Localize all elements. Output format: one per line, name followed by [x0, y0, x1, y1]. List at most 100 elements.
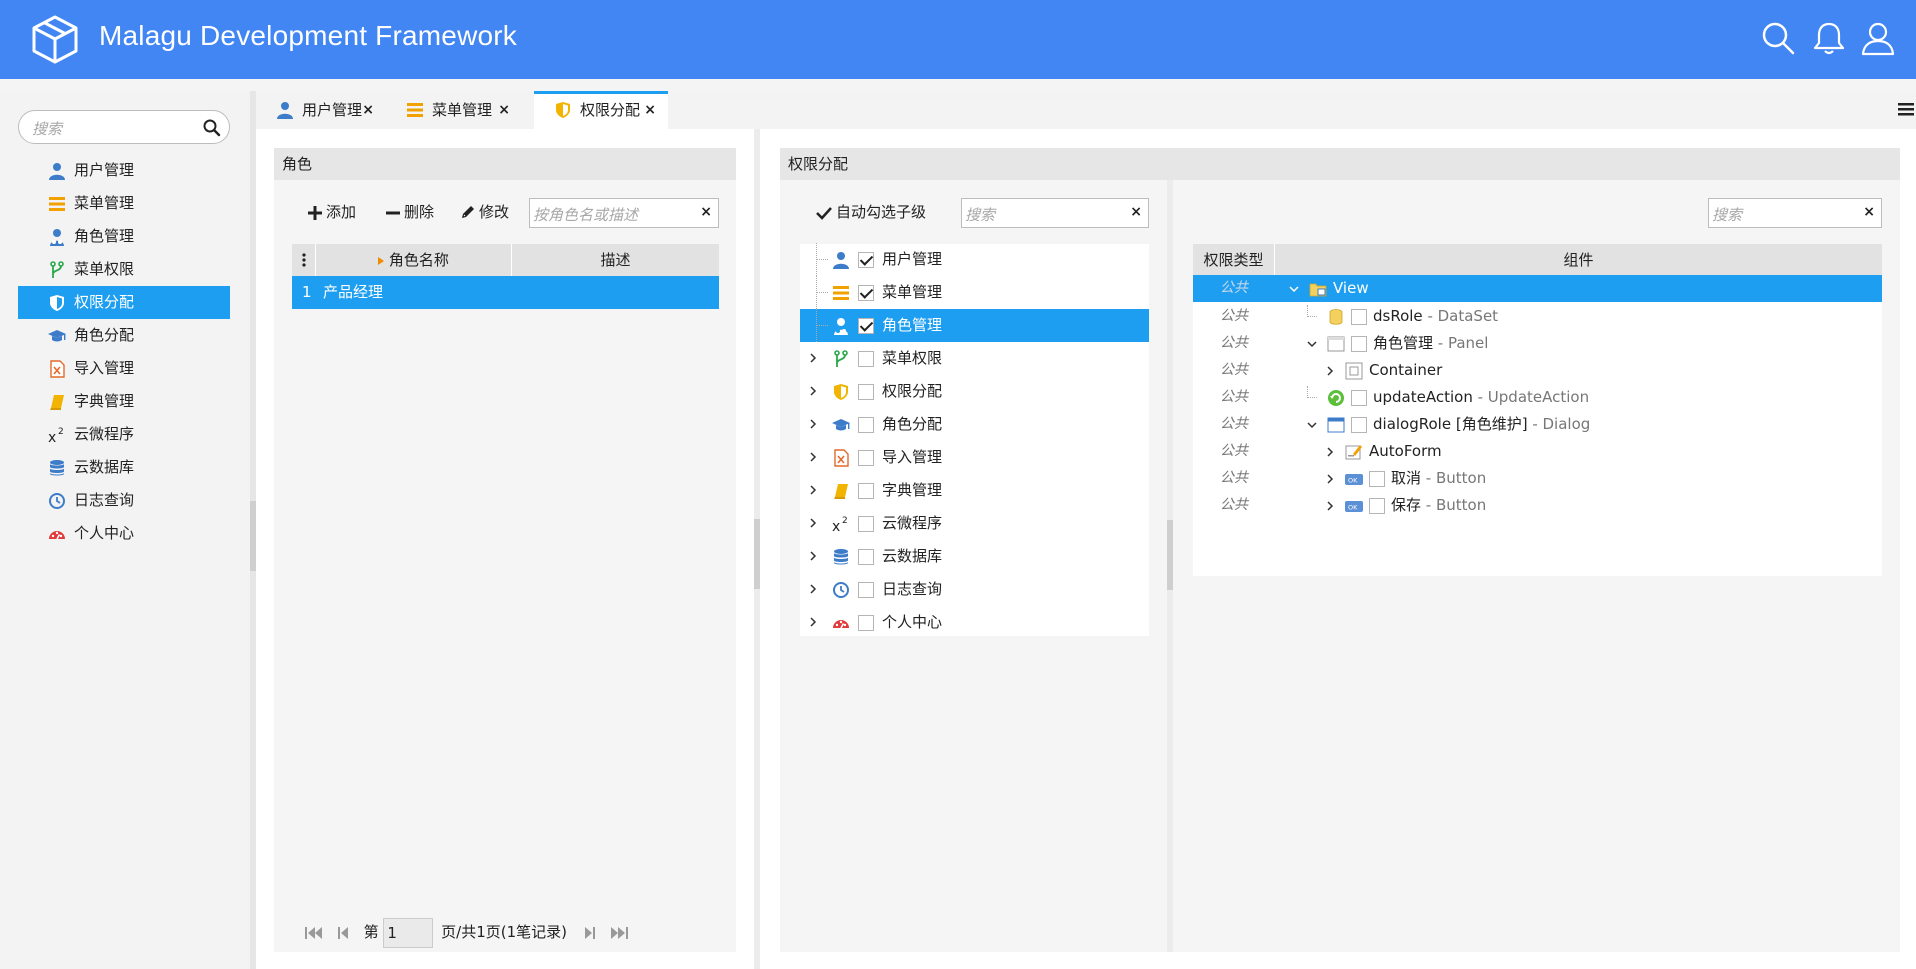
sidebar-item-user[interactable]: 用户管理	[18, 154, 230, 187]
component-checkbox[interactable]	[1369, 497, 1385, 514]
next-page-icon[interactable]	[582, 925, 598, 941]
sidebar-item-database[interactable]: 云数据库	[18, 451, 230, 484]
clear-filter-icon[interactable]: ×	[700, 204, 712, 220]
tree-node[interactable]: 角色管理	[800, 309, 1149, 342]
tab-permission-assignment[interactable]: 权限分配 ×	[534, 91, 668, 129]
sidebar-item-dashboard[interactable]: 个人中心	[18, 517, 230, 550]
tree-checkbox[interactable]	[858, 384, 874, 400]
component-checkbox[interactable]	[1351, 416, 1367, 433]
clear-search-icon[interactable]: ×	[1130, 204, 1142, 220]
bell-icon[interactable]	[1811, 20, 1847, 56]
tree-checkbox[interactable]	[858, 549, 874, 565]
auto-check-children-button[interactable]: 自动勾选子级	[816, 198, 926, 226]
collapse-arrow-icon[interactable]	[1307, 339, 1317, 349]
component-row[interactable]: 公共 OK 保存 - Button	[1193, 492, 1882, 519]
collapse-arrow-icon[interactable]	[1289, 284, 1299, 294]
component-row[interactable]: 公共 updateAction - UpdateAction	[1193, 384, 1882, 411]
component-row[interactable]: 公共 AutoForm	[1193, 438, 1882, 465]
expand-arrow-icon[interactable]	[808, 386, 818, 396]
tree-node[interactable]: x 2 云微程序	[800, 507, 1149, 540]
tab-close-icon[interactable]: ×	[644, 94, 656, 127]
user-account-icon[interactable]	[1860, 20, 1896, 56]
component-row[interactable]: 公共 Container	[1193, 357, 1882, 384]
tree-node[interactable]: 菜单权限	[800, 342, 1149, 375]
tab-menu-icon[interactable]	[1898, 101, 1914, 117]
tree-node[interactable]: 角色分配	[800, 408, 1149, 441]
component-checkbox[interactable]	[1369, 470, 1385, 487]
column-role-name[interactable]: 角色名称	[316, 244, 512, 276]
tree-checkbox[interactable]	[858, 285, 874, 301]
tree-checkbox[interactable]	[858, 252, 874, 268]
expand-arrow-icon[interactable]	[1325, 365, 1335, 376]
page-input[interactable]: 1	[383, 917, 434, 948]
tree-node[interactable]: 导入管理	[800, 441, 1149, 474]
component-row[interactable]: 公共 OK 取消 - Button	[1193, 465, 1882, 492]
tree-checkbox[interactable]	[858, 615, 874, 631]
tree-splitter[interactable]	[1167, 180, 1173, 952]
tree-checkbox[interactable]	[858, 450, 874, 466]
tree-node[interactable]: 字典管理	[800, 474, 1149, 507]
role-filter-input[interactable]: 按角色名或描述 ×	[529, 198, 719, 228]
table-row[interactable]: 1 产品经理	[292, 276, 719, 309]
component-checkbox[interactable]	[1351, 389, 1367, 406]
delete-button[interactable]: 删除	[386, 198, 434, 226]
tree-node[interactable]: 权限分配	[800, 375, 1149, 408]
sidebar-item-book[interactable]: 字典管理	[18, 385, 230, 418]
component-row[interactable]: 公共 View	[1193, 275, 1882, 302]
sidebar-item-branch[interactable]: 菜单权限	[18, 253, 230, 286]
tree-checkbox[interactable]	[858, 318, 874, 334]
expand-arrow-icon[interactable]	[1325, 500, 1335, 511]
component-row[interactable]: 公共 角色管理 - Panel	[1193, 330, 1882, 357]
sidebar-item-shield[interactable]: 权限分配	[18, 286, 230, 319]
tree-node[interactable]: 个人中心	[800, 606, 1149, 639]
component-row[interactable]: 公共 dsRole - DataSet	[1193, 303, 1882, 330]
sidebar-item-menu[interactable]: 菜单管理	[18, 187, 230, 220]
tree-node[interactable]: 菜单管理	[800, 276, 1149, 309]
tab-user-management[interactable]: 用户管理 ×	[256, 91, 386, 129]
expand-arrow-icon[interactable]	[808, 452, 818, 462]
tab-close-icon[interactable]: ×	[498, 91, 510, 129]
sidebar-item-graduation-cap[interactable]: 角色分配	[18, 319, 230, 352]
tab-close-icon[interactable]: ×	[362, 91, 374, 129]
sidebar-item-excel-file[interactable]: 导入管理	[18, 352, 230, 385]
component-search-input[interactable]: 搜索 ×	[1708, 198, 1882, 228]
prev-page-icon[interactable]	[335, 925, 351, 941]
expand-arrow-icon[interactable]	[808, 551, 818, 561]
column-component[interactable]: 组件	[1275, 244, 1882, 276]
first-page-icon[interactable]	[304, 925, 324, 941]
component-row[interactable]: 公共 dialogRole [角色维护] - Dialog	[1193, 411, 1882, 438]
permission-search-input[interactable]: 搜索 ×	[961, 198, 1149, 228]
sidebar-item-role[interactable]: 角色管理	[18, 220, 230, 253]
expand-arrow-icon[interactable]	[808, 617, 818, 627]
expand-arrow-icon[interactable]	[808, 518, 818, 528]
tab-menu-management[interactable]: 菜单管理 ×	[386, 91, 522, 129]
component-checkbox[interactable]	[1351, 308, 1367, 325]
panel-splitter[interactable]	[754, 129, 760, 969]
column-description[interactable]: 描述	[512, 244, 719, 276]
tree-checkbox[interactable]	[858, 417, 874, 433]
clear-component-search-icon[interactable]: ×	[1863, 204, 1875, 220]
tree-checkbox[interactable]	[858, 351, 874, 367]
edit-button[interactable]: 修改	[460, 198, 509, 226]
expand-arrow-icon[interactable]	[808, 419, 818, 429]
search-icon[interactable]	[1760, 20, 1796, 56]
tree-node[interactable]: 云数据库	[800, 540, 1149, 573]
expand-arrow-icon[interactable]	[808, 485, 818, 495]
tree-node[interactable]: 用户管理	[800, 243, 1149, 276]
sidebar-item-clock[interactable]: 日志查询	[18, 484, 230, 517]
collapse-arrow-icon[interactable]	[1307, 420, 1317, 430]
expand-arrow-icon[interactable]	[1325, 473, 1335, 484]
column-menu-icon[interactable]	[292, 244, 316, 276]
expand-arrow-icon[interactable]	[808, 353, 818, 363]
sidebar-search[interactable]: 搜索	[18, 110, 230, 144]
component-checkbox[interactable]	[1351, 335, 1367, 352]
search-icon[interactable]	[202, 118, 222, 138]
tree-checkbox[interactable]	[858, 582, 874, 598]
expand-arrow-icon[interactable]	[808, 584, 818, 594]
tree-node[interactable]: 日志查询	[800, 573, 1149, 606]
tree-checkbox[interactable]	[858, 516, 874, 532]
column-permission-type[interactable]: 权限类型	[1193, 244, 1275, 276]
add-button[interactable]: 添加	[308, 198, 356, 226]
sidebar-item-superscript[interactable]: x 2 云微程序	[18, 418, 230, 451]
expand-arrow-icon[interactable]	[1325, 446, 1335, 457]
